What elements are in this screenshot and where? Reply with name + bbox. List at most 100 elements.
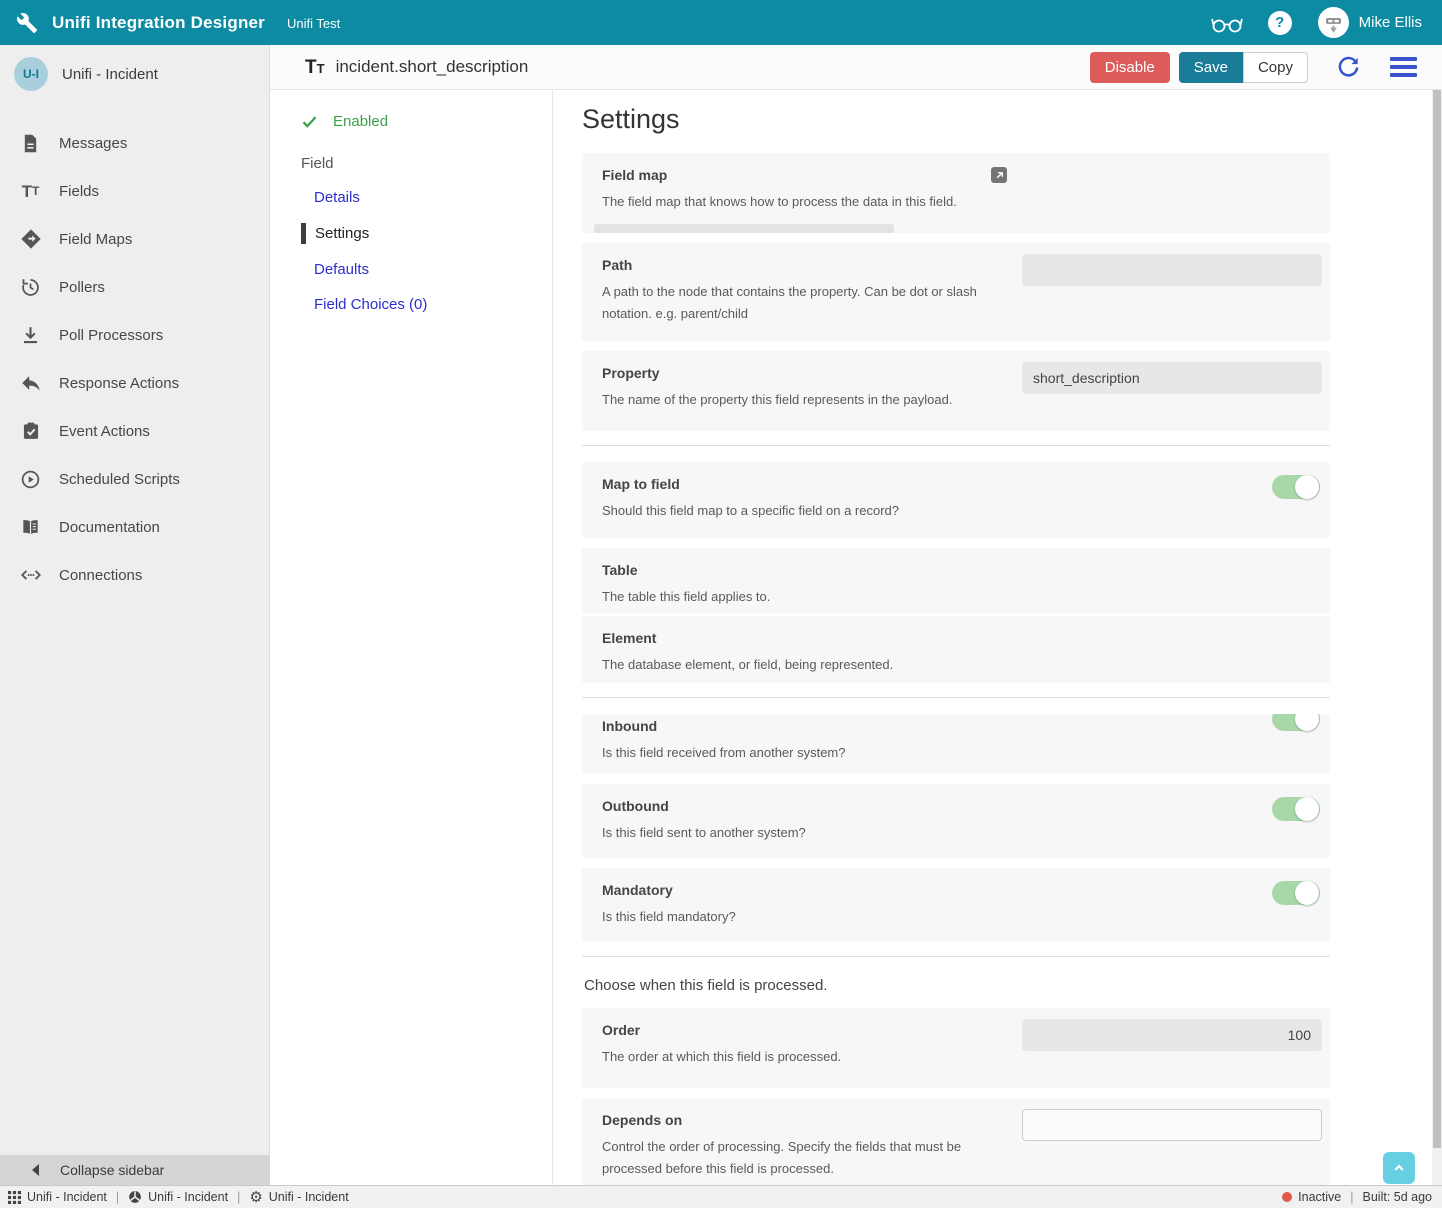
scrollbar-thumb[interactable]	[1433, 90, 1441, 1148]
map-to-field-description: Should this field map to a specific fiel…	[602, 500, 1022, 522]
sidebar-item-event-actions[interactable]: Event Actions	[0, 407, 269, 455]
sidebar-item-scheduled-scripts[interactable]: Scheduled Scripts	[0, 455, 269, 503]
nav-item-details[interactable]: Details	[301, 188, 552, 207]
statusbar-app-2[interactable]: Unifi - Incident	[128, 1190, 228, 1204]
field-row-depends-on: Depends on Control the order of processi…	[582, 1098, 1330, 1185]
hamburger-menu-icon[interactable]	[1390, 57, 1417, 77]
reply-arrow-icon	[19, 372, 42, 395]
download-icon	[19, 324, 42, 347]
element-label: Element	[602, 630, 1022, 646]
document-icon	[19, 132, 42, 155]
inbound-label: Inbound	[602, 718, 1022, 734]
separator: |	[237, 1190, 240, 1204]
sidebar-item-field-maps[interactable]: Field Maps	[0, 215, 269, 263]
sidebar-item-poll-processors[interactable]: Poll Processors	[0, 311, 269, 359]
sidebar-item-fields[interactable]: TT Fields	[0, 167, 269, 215]
save-button[interactable]: Save	[1179, 52, 1243, 83]
sidebar-item-documentation[interactable]: Documentation	[0, 503, 269, 551]
record-title: incident.short_description	[336, 57, 529, 77]
scroll-to-top-button[interactable]	[1383, 1152, 1415, 1184]
text-fields-icon: TT	[19, 180, 42, 203]
sidebar: U-I Unifi - Incident Messages TT Fields …	[0, 45, 270, 1185]
record-side-nav: Enabled Field Details Settings Defaults …	[270, 90, 553, 1185]
process-note: Choose when this field is processed.	[584, 977, 1330, 994]
avatar[interactable]	[1318, 7, 1349, 38]
outbound-description: Is this field sent to another system?	[602, 822, 1022, 844]
app-title: Unifi Integration Designer	[52, 13, 265, 33]
checked-clipboard-icon	[19, 420, 42, 443]
map-to-field-toggle[interactable]	[1272, 475, 1320, 499]
map-to-field-label: Map to field	[602, 476, 1022, 492]
outbound-label: Outbound	[602, 798, 1022, 814]
field-row-inbound: Inbound Is this field received from anot…	[582, 714, 1330, 774]
collapse-sidebar-button[interactable]: Collapse sidebar	[0, 1155, 270, 1185]
nav-item-settings-label: Settings	[315, 224, 369, 243]
sidebar-item-label: Poll Processors	[59, 327, 163, 344]
sidebar-item-label: Messages	[59, 135, 127, 152]
play-circle-icon	[19, 468, 42, 491]
statusbar-app-label: Unifi - Incident	[148, 1190, 228, 1204]
order-input[interactable]	[1022, 1019, 1322, 1051]
depends-on-input[interactable]	[1022, 1109, 1322, 1141]
statusbar-app-1[interactable]: Unifi - Incident	[8, 1190, 107, 1204]
sidebar-item-pollers[interactable]: Pollers	[0, 263, 269, 311]
order-label: Order	[602, 1022, 1022, 1038]
depends-on-description: Control the order of processing. Specify…	[602, 1136, 1022, 1180]
refresh-icon[interactable]	[1336, 55, 1361, 80]
unifi-integration-designer-app: Unifi Integration Designer Unifi Test ? …	[0, 0, 1442, 1208]
table-label: Table	[602, 562, 1022, 578]
field-row-field-map: Field map The field map that knows how t…	[582, 153, 1330, 233]
enabled-status[interactable]: Enabled	[301, 113, 552, 130]
order-description: The order at which this field is process…	[602, 1046, 1022, 1068]
disable-button[interactable]: Disable	[1090, 52, 1170, 83]
statusbar-app-3[interactable]: ⚙ Unifi - Incident	[249, 1190, 348, 1205]
glasses-icon[interactable]	[1210, 11, 1244, 35]
nav-item-field-choices[interactable]: Field Choices (0)	[301, 295, 552, 314]
section-divider	[582, 697, 1330, 698]
copy-button[interactable]: Copy	[1243, 52, 1308, 83]
sidebar-item-messages[interactable]: Messages	[0, 119, 269, 167]
sidebar-item-connections[interactable]: Connections	[0, 551, 269, 599]
inbound-toggle[interactable]	[1272, 714, 1320, 731]
ethernet-brackets-icon	[19, 564, 42, 587]
apps-grid-icon	[8, 1191, 21, 1204]
separator: |	[1350, 1190, 1353, 1204]
open-book-icon	[19, 516, 42, 539]
directions-icon	[19, 228, 42, 251]
property-input[interactable]	[1022, 362, 1322, 394]
sidebar-item-label: Fields	[59, 183, 99, 200]
field-map-select[interactable]: String	[594, 224, 894, 233]
settings-panel: Settings Field map The field map that kn…	[553, 90, 1432, 1185]
status-dot-icon	[1282, 1192, 1292, 1202]
nav-item-settings[interactable]: Settings	[301, 223, 552, 244]
open-record-icon[interactable]	[991, 167, 1007, 183]
workspace-header: U-I Unifi - Incident	[0, 45, 269, 103]
wrench-icon	[16, 12, 38, 34]
field-map-label: Field map	[602, 167, 1022, 183]
nav-item-defaults[interactable]: Defaults	[301, 260, 552, 279]
separator: |	[116, 1190, 119, 1204]
sidebar-item-label: Scheduled Scripts	[59, 471, 180, 488]
user-name: Mike Ellis	[1359, 14, 1422, 31]
table-description: The table this field applies to.	[602, 586, 1022, 608]
sidebar-item-response-actions[interactable]: Response Actions	[0, 359, 269, 407]
status-bar: Unifi - Incident | Unifi - Incident | ⚙ …	[0, 1185, 1442, 1208]
workspace-avatar: U-I	[14, 57, 48, 91]
path-label: Path	[602, 257, 1022, 273]
field-row-path: Path A path to the node that contains th…	[582, 243, 1330, 341]
vertical-scrollbar[interactable]	[1432, 90, 1442, 1185]
field-map-value: String	[605, 232, 642, 233]
field-row-table: Table The table this field applies to. I…	[582, 548, 1330, 614]
enabled-label: Enabled	[333, 113, 388, 130]
path-input[interactable]	[1022, 254, 1322, 286]
mandatory-toggle[interactable]	[1272, 881, 1320, 905]
path-description: A path to the node that contains the pro…	[602, 281, 1022, 325]
record-header: TT incident.short_description Disable Sa…	[270, 45, 1442, 90]
help-icon[interactable]: ?	[1268, 11, 1292, 35]
sidebar-item-label: Documentation	[59, 519, 160, 536]
outbound-toggle[interactable]	[1272, 797, 1320, 821]
app-header: Unifi Integration Designer Unifi Test ? …	[0, 0, 1442, 45]
settings-heading: Settings	[582, 104, 1330, 135]
mandatory-label: Mandatory	[602, 882, 1022, 898]
collapse-arrow-icon	[32, 1164, 39, 1176]
